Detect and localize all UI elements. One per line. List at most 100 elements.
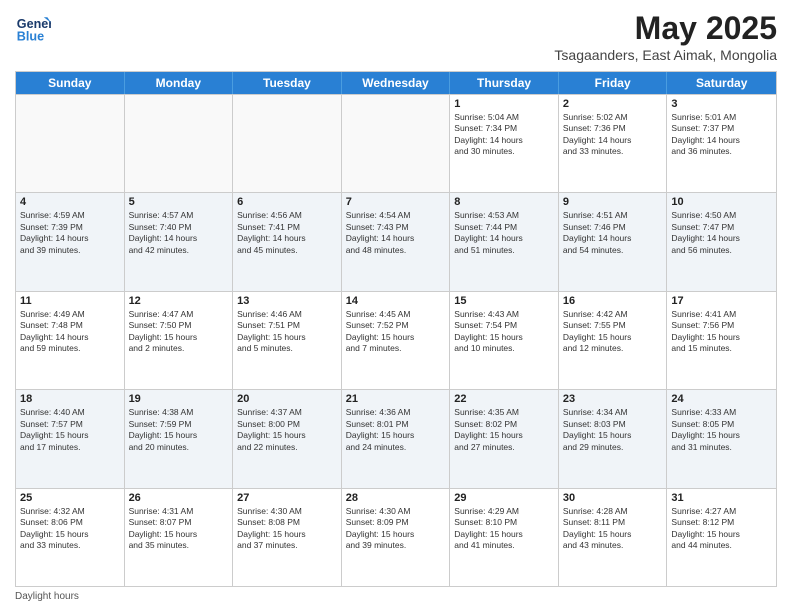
cell-info: Sunrise: 5:01 AM Sunset: 7:37 PM Dayligh…: [671, 112, 772, 158]
day-cell-7: 7 Sunrise: 4:54 AM Sunset: 7:43 PM Daylig…: [342, 193, 451, 290]
cell-info: Sunrise: 4:50 AM Sunset: 7:47 PM Dayligh…: [671, 210, 772, 256]
cell-info: Sunrise: 4:29 AM Sunset: 8:10 PM Dayligh…: [454, 506, 554, 552]
calendar-header: SundayMondayTuesdayWednesdayThursdayFrid…: [16, 72, 776, 94]
header-day-tuesday: Tuesday: [233, 72, 342, 94]
logo: General Blue: [15, 10, 55, 46]
day-number: 8: [454, 196, 554, 208]
cell-info: Sunrise: 4:56 AM Sunset: 7:41 PM Dayligh…: [237, 210, 337, 256]
day-cell-11: 11Sunrise: 4:49 AM Sunset: 7:48 PM Dayli…: [16, 292, 125, 389]
day-number: 23: [563, 393, 663, 405]
day-number: 22: [454, 393, 554, 405]
cell-info: Sunrise: 4:33 AM Sunset: 8:05 PM Dayligh…: [671, 407, 772, 453]
cell-info: Sunrise: 4:34 AM Sunset: 8:03 PM Dayligh…: [563, 407, 663, 453]
day-number: 16: [563, 295, 663, 307]
empty-cell: [233, 95, 342, 192]
day-number: 5: [129, 196, 229, 208]
cell-info: Sunrise: 4:35 AM Sunset: 8:02 PM Dayligh…: [454, 407, 554, 453]
cell-info: Sunrise: 4:40 AM Sunset: 7:57 PM Dayligh…: [20, 407, 120, 453]
day-cell-26: 26 Sunrise: 4:31 AM Sunset: 8:07 PM Dayli…: [125, 489, 234, 586]
location: Tsagaanders, East Aimak, Mongolia: [554, 47, 777, 63]
day-number: 20: [237, 393, 337, 405]
day-number: 21: [346, 393, 446, 405]
day-cell-8: 8 Sunrise: 4:53 AM Sunset: 7:44 PM Daylig…: [450, 193, 559, 290]
cell-info: Sunrise: 4:32 AM Sunset: 8:06 PM Dayligh…: [20, 506, 120, 552]
cell-info: Sunrise: 4:41 AM Sunset: 7:56 PM Dayligh…: [671, 309, 772, 355]
day-cell-17: 17 Sunrise: 4:41 AM Sunset: 7:56 PM Dayli…: [667, 292, 776, 389]
day-cell-31: 31 Sunrise: 4:27 AM Sunset: 8:12 PM Dayli…: [667, 489, 776, 586]
day-cell-5: 5 Sunrise: 4:57 AM Sunset: 7:40 PM Daylig…: [125, 193, 234, 290]
day-number: 9: [563, 196, 663, 208]
day-cell-12: 12Sunrise: 4:47 AM Sunset: 7:50 PM Dayli…: [125, 292, 234, 389]
cell-info: Sunrise: 4:28 AM Sunset: 8:11 PM Dayligh…: [563, 506, 663, 552]
cell-info: Sunrise: 4:46 AM Sunset: 7:51 PM Dayligh…: [237, 309, 337, 355]
empty-cell: [125, 95, 234, 192]
day-number: 29: [454, 492, 554, 504]
cell-info: Sunrise: 4:30 AM Sunset: 8:09 PM Dayligh…: [346, 506, 446, 552]
day-number: 25: [20, 492, 120, 504]
cell-info: Sunrise: 4:43 AM Sunset: 7:54 PM Dayligh…: [454, 309, 554, 355]
cell-info: Sunrise: 4:27 AM Sunset: 8:12 PM Dayligh…: [671, 506, 772, 552]
cell-info: Sunrise: 4:37 AM Sunset: 8:00 PM Dayligh…: [237, 407, 337, 453]
cell-info: Sunrise: 4:59 AM Sunset: 7:39 PM Dayligh…: [20, 210, 120, 256]
day-number: 19: [129, 393, 229, 405]
cell-info: Sunrise: 4:42 AM Sunset: 7:55 PM Dayligh…: [563, 309, 663, 355]
cell-info: Sunrise: 4:53 AM Sunset: 7:44 PM Dayligh…: [454, 210, 554, 256]
header-day-thursday: Thursday: [450, 72, 559, 94]
cell-info: Sunrise: 5:02 AM Sunset: 7:36 PM Dayligh…: [563, 112, 663, 158]
header-day-monday: Monday: [125, 72, 234, 94]
day-cell-25: 25 Sunrise: 4:32 AM Sunset: 8:06 PM Dayli…: [16, 489, 125, 586]
cell-info: Sunrise: 4:30 AM Sunset: 8:08 PM Dayligh…: [237, 506, 337, 552]
svg-text:Blue: Blue: [17, 30, 44, 44]
day-cell-28: 28 Sunrise: 4:30 AM Sunset: 8:09 PM Dayli…: [342, 489, 451, 586]
calendar-row-0: 1 Sunrise: 5:04 AM Sunset: 7:34 PM Daylig…: [16, 94, 776, 192]
day-cell-23: 23 Sunrise: 4:34 AM Sunset: 8:03 PM Dayli…: [559, 390, 668, 487]
calendar-row-3: 18 Sunrise: 4:40 AM Sunset: 7:57 PM Dayli…: [16, 389, 776, 487]
cell-info: Sunrise: 4:54 AM Sunset: 7:43 PM Dayligh…: [346, 210, 446, 256]
day-number: 30: [563, 492, 663, 504]
calendar-row-4: 25 Sunrise: 4:32 AM Sunset: 8:06 PM Dayli…: [16, 488, 776, 586]
day-cell-14: 14Sunrise: 4:45 AM Sunset: 7:52 PM Dayli…: [342, 292, 451, 389]
day-number: 17: [671, 295, 772, 307]
day-number: 31: [671, 492, 772, 504]
footer-note: Daylight hours: [15, 591, 777, 602]
day-cell-13: 13Sunrise: 4:46 AM Sunset: 7:51 PM Dayli…: [233, 292, 342, 389]
day-cell-16: 16 Sunrise: 4:42 AM Sunset: 7:55 PM Dayli…: [559, 292, 668, 389]
day-number: 26: [129, 492, 229, 504]
title-area: May 2025 Tsagaanders, East Aimak, Mongol…: [554, 10, 777, 63]
day-cell-19: 19 Sunrise: 4:38 AM Sunset: 7:59 PM Dayli…: [125, 390, 234, 487]
header-day-friday: Friday: [559, 72, 668, 94]
day-cell-27: 27 Sunrise: 4:30 AM Sunset: 8:08 PM Dayli…: [233, 489, 342, 586]
day-number: 18: [20, 393, 120, 405]
cell-info: Sunrise: 4:51 AM Sunset: 7:46 PM Dayligh…: [563, 210, 663, 256]
day-cell-15: 15Sunrise: 4:43 AM Sunset: 7:54 PM Dayli…: [450, 292, 559, 389]
day-cell-9: 9 Sunrise: 4:51 AM Sunset: 7:46 PM Daylig…: [559, 193, 668, 290]
day-number: 28: [346, 492, 446, 504]
calendar-row-2: 11Sunrise: 4:49 AM Sunset: 7:48 PM Dayli…: [16, 291, 776, 389]
day-number: 27: [237, 492, 337, 504]
day-cell-29: 29 Sunrise: 4:29 AM Sunset: 8:10 PM Dayli…: [450, 489, 559, 586]
calendar: SundayMondayTuesdayWednesdayThursdayFrid…: [15, 71, 777, 587]
day-cell-4: 4Sunrise: 4:59 AM Sunset: 7:39 PM Daylig…: [16, 193, 125, 290]
cell-info: Sunrise: 5:04 AM Sunset: 7:34 PM Dayligh…: [454, 112, 554, 158]
day-cell-24: 24Sunrise: 4:33 AM Sunset: 8:05 PM Dayli…: [667, 390, 776, 487]
cell-info: Sunrise: 4:57 AM Sunset: 7:40 PM Dayligh…: [129, 210, 229, 256]
day-number: 10: [671, 196, 772, 208]
day-number: 3: [671, 98, 772, 110]
calendar-body: 1 Sunrise: 5:04 AM Sunset: 7:34 PM Daylig…: [16, 94, 776, 586]
day-number: 7: [346, 196, 446, 208]
logo-icon: General Blue: [15, 10, 51, 46]
month-title: May 2025: [554, 10, 777, 47]
day-cell-22: 22 Sunrise: 4:35 AM Sunset: 8:02 PM Dayli…: [450, 390, 559, 487]
day-cell-18: 18 Sunrise: 4:40 AM Sunset: 7:57 PM Dayli…: [16, 390, 125, 487]
day-number: 1: [454, 98, 554, 110]
day-number: 12: [129, 295, 229, 307]
day-number: 2: [563, 98, 663, 110]
header-day-sunday: Sunday: [16, 72, 125, 94]
day-number: 11: [20, 295, 120, 307]
header-day-saturday: Saturday: [667, 72, 776, 94]
header: General Blue May 2025 Tsagaanders, East …: [15, 10, 777, 63]
day-cell-2: 2 Sunrise: 5:02 AM Sunset: 7:36 PM Daylig…: [559, 95, 668, 192]
cell-info: Sunrise: 4:31 AM Sunset: 8:07 PM Dayligh…: [129, 506, 229, 552]
cell-info: Sunrise: 4:38 AM Sunset: 7:59 PM Dayligh…: [129, 407, 229, 453]
cell-info: Sunrise: 4:36 AM Sunset: 8:01 PM Dayligh…: [346, 407, 446, 453]
